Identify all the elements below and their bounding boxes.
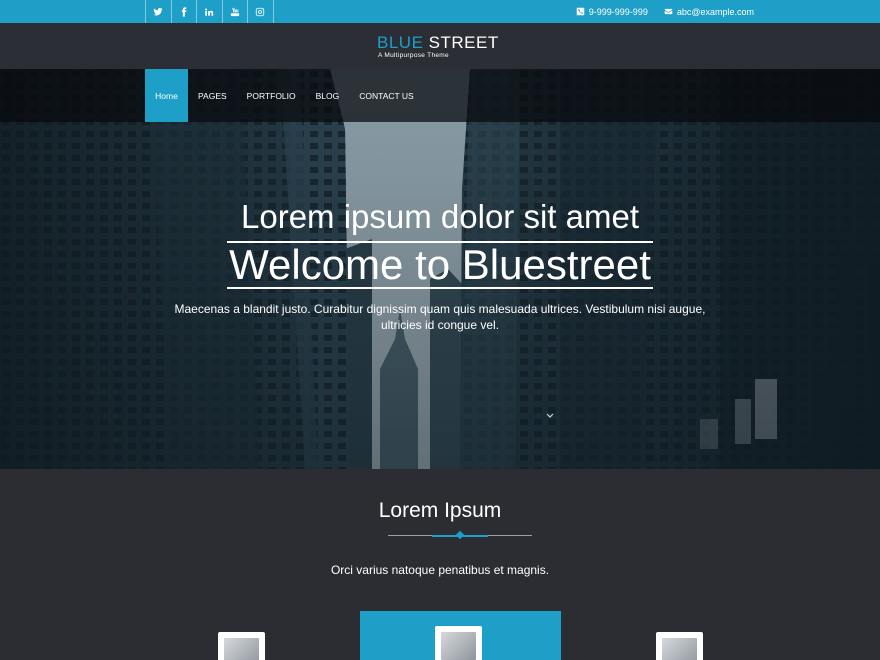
feature-thumbnail-2[interactable] (435, 626, 482, 660)
email-contact[interactable]: abc@example.com (664, 7, 754, 17)
site-header: BLUE STREET A Multipurpose Theme (0, 23, 880, 69)
logo-part-blue: BLUE (377, 33, 424, 52)
nav-menu: Home PAGES PORTFOLIO BLOG CONTACT US (145, 69, 424, 122)
nav-item-portfolio[interactable]: PORTFOLIO (237, 69, 306, 122)
main-nav: Home PAGES PORTFOLIO BLOG CONTACT US (0, 69, 880, 122)
hero-subtitle: Lorem ipsum dolor sit amet (241, 198, 639, 235)
phone-contact[interactable]: 9-999-999-999 (576, 7, 648, 17)
section-title: Lorem Ipsum (378, 499, 502, 522)
email-address: abc@example.com (676, 6, 754, 17)
chevron-down-icon[interactable] (545, 411, 555, 421)
feature-thumbnail-3[interactable] (656, 632, 703, 660)
instagram-icon[interactable] (248, 0, 274, 23)
youtube-icon[interactable] (223, 0, 248, 23)
contact-info: 9-999-999-999 abc@example.com (560, 0, 754, 23)
logo-tagline: A Multipurpose Theme (378, 52, 449, 59)
phone-icon (576, 7, 585, 16)
logo-part-street: STREET (428, 33, 499, 52)
hero-description: Maecenas a blandit justo. Curabitur dign… (174, 302, 706, 332)
section-description: Orci varius natoque penatibus et magnis. (330, 563, 550, 577)
envelope-icon (664, 8, 673, 15)
site-logo[interactable]: BLUE STREET A Multipurpose Theme (377, 34, 499, 59)
twitter-icon[interactable] (146, 0, 172, 23)
top-bar: 9-999-999-999 abc@example.com (0, 0, 880, 23)
section-divider (388, 530, 532, 540)
hero-title: Welcome to Bluestreet (227, 241, 653, 289)
linkedin-icon[interactable] (197, 0, 223, 23)
nav-item-home[interactable]: Home (145, 69, 188, 122)
feature-thumbnail-1[interactable] (218, 632, 265, 660)
hero-text-block: Lorem ipsum dolor sit amet Welcome to Bl… (0, 197, 880, 333)
logo-title: BLUE STREET (377, 34, 499, 51)
nav-item-pages[interactable]: PAGES (188, 69, 237, 122)
nav-item-contact-us[interactable]: CONTACT US (349, 69, 423, 122)
social-links (145, 0, 274, 23)
facebook-icon[interactable] (172, 0, 197, 23)
nav-item-blog[interactable]: BLOG (306, 69, 350, 122)
hero-banner: Home PAGES PORTFOLIO BLOG CONTACT US Lor… (0, 69, 880, 469)
phone-number: 9-999-999-999 (588, 6, 648, 17)
intro-section: Lorem Ipsum Orci varius natoque penatibu… (0, 469, 880, 660)
